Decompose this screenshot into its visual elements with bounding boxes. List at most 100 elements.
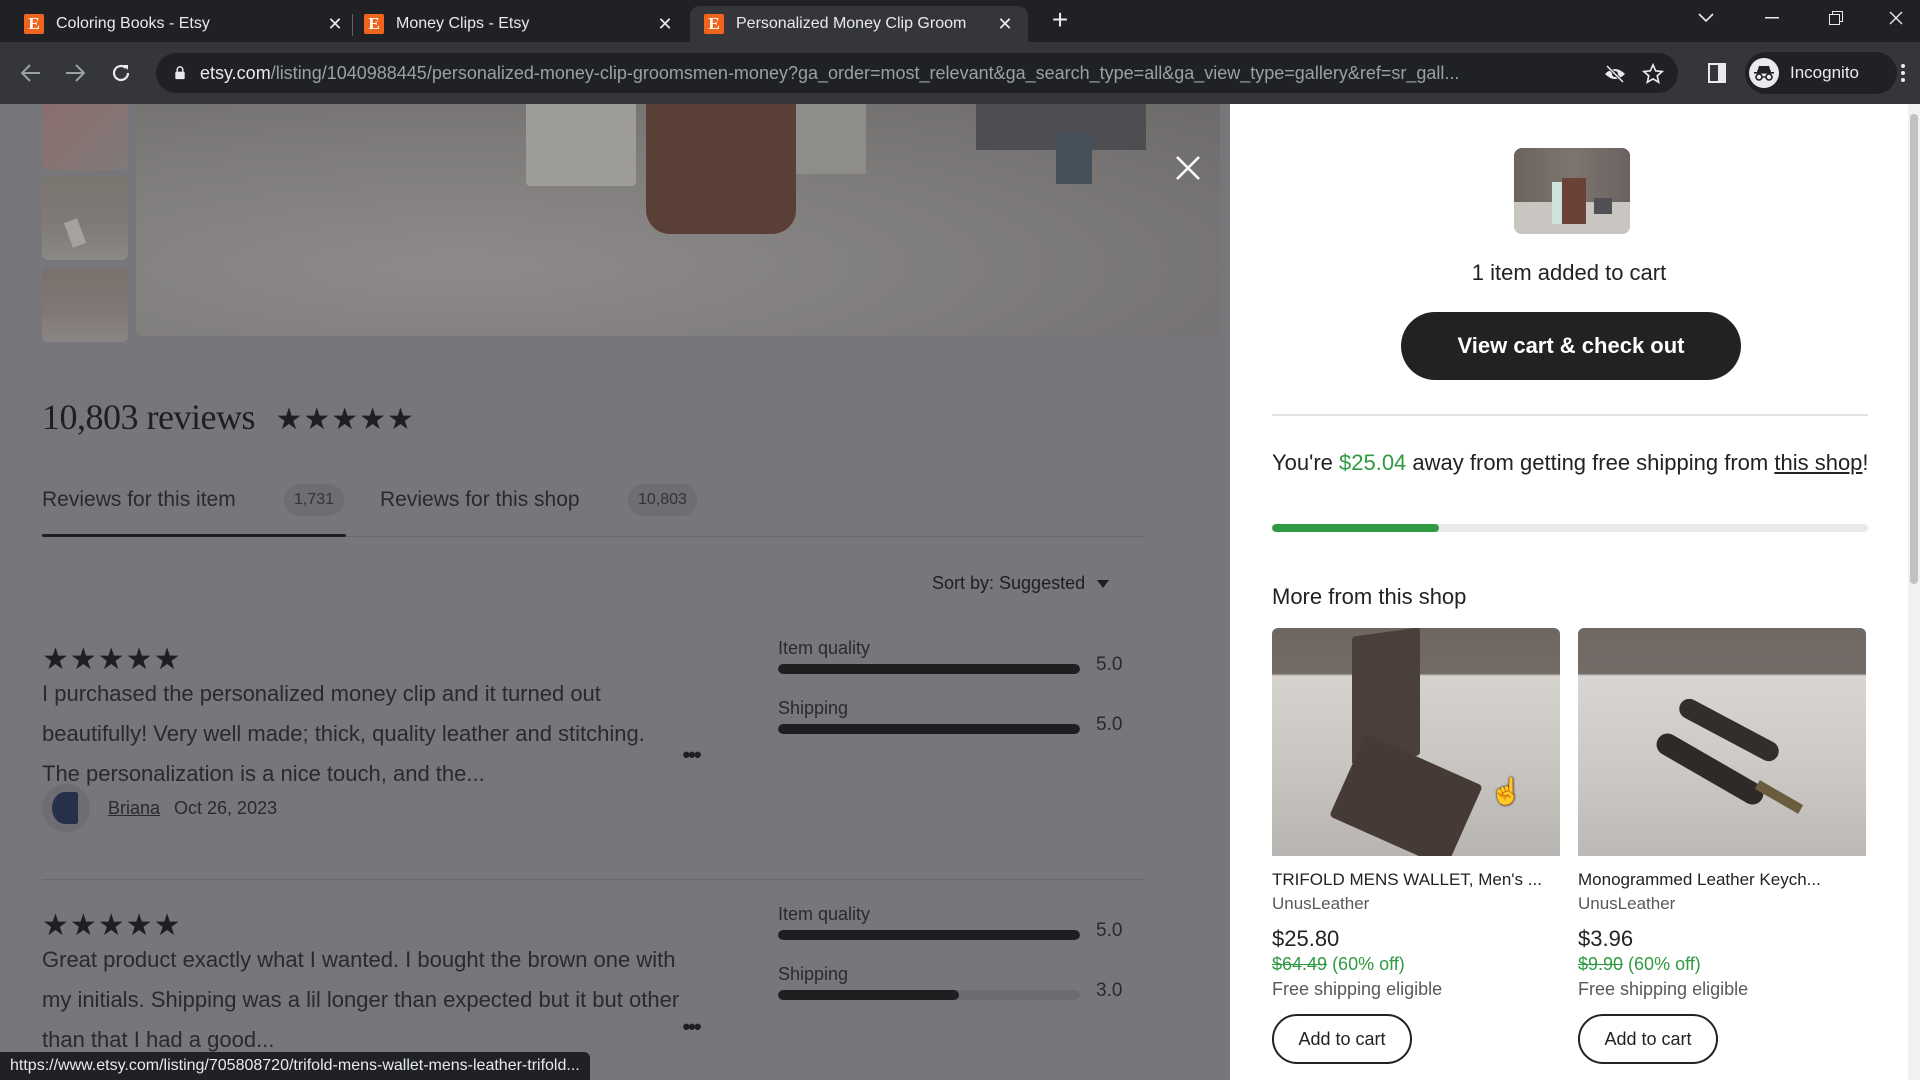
product-image[interactable] xyxy=(1578,628,1866,856)
kebab-menu-icon xyxy=(1901,64,1905,82)
sub-rating-fill xyxy=(778,930,1080,940)
close-overlay-button[interactable] xyxy=(1170,150,1206,186)
view-cart-checkout-button[interactable]: View cart & check out xyxy=(1401,312,1741,380)
tab-reviews-item[interactable]: Reviews for this item xyxy=(42,488,236,512)
restore-icon xyxy=(1829,11,1843,25)
free-shipping-progress-bar xyxy=(1272,524,1868,532)
sub-rating-value: 3.0 xyxy=(1096,980,1123,1001)
scrollbar-thumb[interactable] xyxy=(1910,114,1918,584)
shipping-prefix: You're xyxy=(1272,450,1339,475)
add-to-cart-button[interactable]: Add to cart xyxy=(1272,1014,1412,1064)
reviews-count: 10,803 reviews xyxy=(42,397,255,437)
arrow-right-icon xyxy=(66,64,85,82)
tab-search-button[interactable] xyxy=(1678,0,1734,36)
shipping-middle: away from getting free shipping from xyxy=(1406,450,1775,475)
sub-rating-bar xyxy=(778,930,1080,940)
product-shop: UnusLeather xyxy=(1272,894,1370,913)
discount-percent: (60% off) xyxy=(1327,954,1405,974)
gallery-thumbnail[interactable] xyxy=(42,268,128,342)
minimize-icon xyxy=(1765,17,1779,19)
listing-main-image[interactable] xyxy=(136,104,1220,336)
tab-title: Personalized Money Clip Groom xyxy=(736,15,967,32)
profile-label: Incognito xyxy=(1790,63,1859,82)
free-shipping-note: Free shipping eligible xyxy=(1272,979,1443,999)
chevron-down-icon xyxy=(1698,13,1714,23)
incognito-icon xyxy=(1749,58,1779,88)
sub-rating-label: Shipping xyxy=(778,698,849,718)
product-discount: $9.90 (60% off) xyxy=(1578,954,1866,975)
close-icon xyxy=(1889,11,1903,25)
original-price: $64.49 xyxy=(1272,954,1328,974)
review-text: Great product exactly what I wanted. I b… xyxy=(42,947,680,1052)
more-from-shop-heading: More from this shop xyxy=(1272,584,1467,609)
product-discount: $64.49 (60% off) xyxy=(1272,954,1560,975)
tab-coloring-books[interactable]: E Coloring Books - Etsy ✕ xyxy=(24,6,346,42)
restore-button[interactable] xyxy=(1808,0,1864,36)
browser-toolbar: etsy.com/listing/1040988445/personalized… xyxy=(0,42,1920,104)
product-card[interactable]: Monogrammed Leather Keych... UnusLeather… xyxy=(1578,628,1866,1064)
sub-rating-bar xyxy=(778,664,1080,674)
product-shop: UnusLeather xyxy=(1578,894,1676,913)
review-date: Oct 26, 2023 xyxy=(174,797,278,818)
back-button[interactable] xyxy=(14,56,48,90)
tab-separator xyxy=(352,14,353,36)
new-tab-button[interactable]: + xyxy=(1046,4,1074,35)
add-to-cart-button[interactable]: Add to cart xyxy=(1578,1014,1718,1064)
money-clip-image-part xyxy=(646,104,796,234)
sub-rating-value: 5.0 xyxy=(1096,654,1123,675)
close-window-button[interactable] xyxy=(1872,0,1920,36)
tab-reviews-shop[interactable]: Reviews for this shop xyxy=(380,488,580,512)
product-title[interactable]: TRIFOLD MENS WALLET, Men's ... xyxy=(1272,870,1560,890)
profile-button[interactable]: Incognito xyxy=(1745,52,1897,94)
shipping-amount: $25.04 xyxy=(1339,450,1407,475)
this-shop-link[interactable]: this shop xyxy=(1774,450,1862,475)
free-shipping-message: You're $25.04 away from getting free shi… xyxy=(1272,448,1872,477)
url-path: /listing/1040988445/personalized-money-c… xyxy=(270,62,1460,83)
reviews-heading: 10,803 reviews ★★★★★ xyxy=(42,396,415,438)
side-panel-icon xyxy=(1708,63,1726,83)
review-more-button[interactable]: ••• xyxy=(670,1012,712,1042)
address-bar[interactable]: etsy.com/listing/1040988445/personalized… xyxy=(156,53,1678,93)
money-image-part xyxy=(796,104,866,174)
panel-scrollbar[interactable] xyxy=(1908,104,1920,1080)
product-image[interactable]: ☝ xyxy=(1272,628,1560,856)
reload-button[interactable] xyxy=(104,56,138,90)
forward-button[interactable] xyxy=(58,56,92,90)
sort-dropdown[interactable]: Sort by: Suggested xyxy=(932,573,1110,594)
minimize-button[interactable] xyxy=(1744,0,1800,36)
listing-page-dimmed[interactable]: 10,803 reviews ★★★★★ Reviews for this it… xyxy=(0,104,1230,1080)
review-text: I purchased the personalized money clip … xyxy=(42,681,645,786)
added-to-cart-message: 1 item added to cart xyxy=(1471,260,1667,285)
link-status-bar: https://www.etsy.com/listing/705808720/t… xyxy=(0,1052,590,1080)
product-title[interactable]: Monogrammed Leather Keych... xyxy=(1578,870,1866,890)
sub-rating-fill xyxy=(778,724,1080,734)
reviewer-avatar[interactable] xyxy=(42,784,90,832)
tab-close-icon[interactable]: ✕ xyxy=(994,14,1016,35)
reviewer-info: Briana Oct 26, 2023 xyxy=(42,784,277,832)
tracking-protection-button[interactable] xyxy=(1602,61,1628,87)
sub-rating-fill xyxy=(778,664,1080,674)
review-item: ★★★★★ I purchased the personalized money… xyxy=(42,638,1144,832)
tab-close-icon[interactable]: ✕ xyxy=(324,14,346,35)
panel-divider xyxy=(1272,414,1868,416)
review-more-button[interactable]: ••• xyxy=(670,740,712,770)
browser-tab-strip: E Coloring Books - Etsy ✕ E Money Clips … xyxy=(0,0,1920,42)
tab-money-clips[interactable]: E Money Clips - Etsy ✕ xyxy=(364,6,676,42)
caret-down-icon xyxy=(1097,579,1110,588)
etsy-favicon-icon: E xyxy=(24,14,44,34)
gallery-thumbnail[interactable] xyxy=(42,104,128,170)
reload-icon xyxy=(112,64,130,82)
tab-personalized-money-clip[interactable]: E Personalized Money Clip Groom ✕ xyxy=(690,6,1028,42)
browser-menu-button[interactable] xyxy=(1886,56,1920,90)
added-to-cart-panel: 1 item added to cart View cart & check o… xyxy=(1230,104,1920,1080)
gallery-thumbnail[interactable] xyxy=(42,176,128,260)
reviewer-name-link[interactable]: Briana xyxy=(108,798,160,819)
side-panel-button[interactable] xyxy=(1700,56,1734,90)
star-outline-icon xyxy=(1642,63,1664,84)
product-card[interactable]: ☝ TRIFOLD MENS WALLET, Men's ... UnusLea… xyxy=(1272,628,1560,1064)
url-host: etsy.com xyxy=(200,62,271,83)
tab-close-icon[interactable]: ✕ xyxy=(654,14,676,35)
active-tab-indicator xyxy=(42,534,346,537)
bookmark-button[interactable] xyxy=(1640,61,1666,87)
url-text[interactable]: etsy.com/listing/1040988445/personalized… xyxy=(200,63,1580,84)
